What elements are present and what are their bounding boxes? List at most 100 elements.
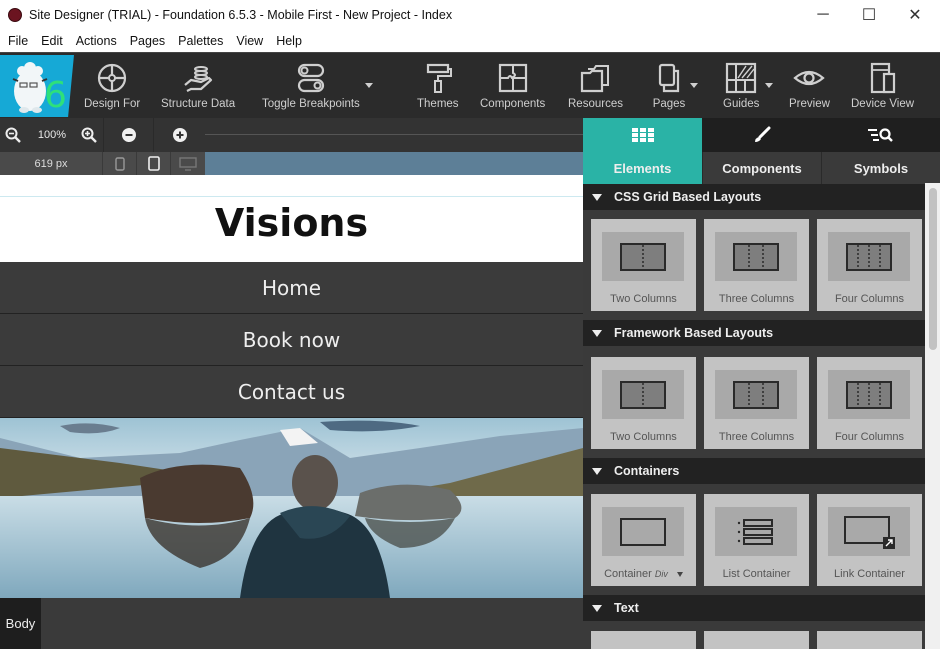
tile-label: Two Columns — [610, 293, 677, 305]
list-search-icon — [867, 128, 893, 142]
structure-data-button[interactable]: Structure Data — [161, 61, 235, 110]
pages-label: Pages — [652, 98, 686, 110]
tile-label: Two Columns — [610, 431, 677, 443]
menu-file[interactable]: File — [8, 34, 28, 48]
resources-label: Resources — [568, 98, 623, 110]
design-for-label: Design For — [84, 98, 141, 110]
toggle-breakpoints-button[interactable]: Toggle Breakpoints — [262, 61, 360, 110]
container-icon — [620, 517, 666, 546]
nav-item-home[interactable]: Home — [0, 262, 583, 314]
preview-label: Preview — [789, 98, 830, 110]
tile-css-grid-three-columns[interactable]: Three Columns — [704, 219, 809, 311]
tile-framework-two-columns[interactable]: Two Columns — [591, 357, 696, 449]
pages-dropdown-icon[interactable] — [690, 83, 698, 88]
tile-label: List Container — [722, 568, 791, 580]
desktop-device-button[interactable] — [170, 152, 204, 175]
section-framework-layouts[interactable]: Framework Based Layouts — [583, 320, 925, 346]
zoom-in-button[interactable] — [78, 118, 100, 152]
window-title: Site Designer (TRIAL) - Foundation 6.5.3… — [29, 8, 453, 22]
tablet-device-button[interactable] — [136, 152, 170, 175]
increase-width-button[interactable] — [153, 118, 205, 152]
app-icon — [8, 8, 22, 22]
device-view-label: Device View — [851, 98, 915, 110]
devices-icon — [870, 62, 895, 94]
toggle-breakpoints-dropdown-icon[interactable] — [365, 83, 373, 88]
breakpoint-bar: 619 px — [0, 152, 583, 175]
section-css-grid-layouts[interactable]: CSS Grid Based Layouts — [583, 184, 925, 210]
nav-item-contact-us[interactable]: Contact us — [0, 366, 583, 418]
guides-dropdown-icon[interactable] — [765, 83, 773, 88]
menu-palettes[interactable]: Palettes — [178, 34, 223, 48]
hand-stack-icon — [184, 66, 213, 92]
breakpoint-range[interactable] — [205, 152, 583, 175]
tab-elements[interactable]: Elements — [583, 118, 702, 184]
phone-device-button[interactable] — [102, 152, 136, 175]
menu-edit[interactable]: Edit — [41, 34, 63, 48]
main-toolbar: 6 Design For Structure Data Toggle Break… — [0, 52, 940, 118]
container-subtype: Div — [654, 569, 668, 579]
section-containers[interactable]: Containers — [583, 458, 925, 484]
menu-pages[interactable]: Pages — [130, 34, 165, 48]
maximize-button[interactable]: ☐ — [846, 0, 892, 30]
tile-label: Four Columns — [834, 431, 905, 443]
tile-text-2[interactable] — [704, 631, 809, 649]
site-title[interactable]: Visions — [0, 201, 583, 245]
landscape-photo — [0, 418, 583, 598]
tab-symbols-label: Symbols — [821, 152, 940, 184]
brush-icon — [754, 126, 770, 142]
preview-button[interactable]: Preview — [789, 61, 830, 110]
collapse-triangle-icon — [592, 329, 602, 337]
paint-roller-icon — [426, 63, 452, 93]
tile-text-3[interactable] — [817, 631, 922, 649]
tab-symbols[interactable]: Symbols — [821, 118, 940, 184]
tile-container[interactable]: Container Div — [591, 494, 696, 586]
panel-scrollbar-thumb[interactable] — [929, 188, 937, 350]
menu-actions[interactable]: Actions — [76, 34, 117, 48]
two-columns-icon — [620, 380, 666, 409]
crosshair-icon — [98, 63, 127, 93]
tile-label: Four Columns — [834, 293, 905, 305]
container-type-dropdown-icon[interactable] — [676, 571, 683, 577]
nav-item-book-now[interactable]: Book now — [0, 314, 583, 366]
minimize-button[interactable]: ─ — [800, 0, 846, 30]
close-button[interactable]: ✕ — [892, 0, 938, 30]
tile-link-container[interactable]: Link Container — [817, 494, 922, 586]
pages-button[interactable]: Pages — [652, 61, 686, 110]
plus-circle-icon — [172, 128, 187, 142]
decrease-width-button[interactable] — [103, 118, 153, 152]
components-button[interactable]: Components — [480, 61, 545, 110]
menu-help[interactable]: Help — [276, 34, 302, 48]
tile-text-1[interactable] — [591, 631, 696, 649]
components-label: Components — [480, 98, 546, 110]
menu-bar: File Edit Actions Pages Palettes View He… — [0, 30, 940, 52]
toggle-breakpoints-label: Toggle Breakpoints — [262, 98, 360, 110]
guides-button[interactable]: Guides — [723, 61, 759, 110]
tile-label: Link Container — [834, 568, 905, 580]
menu-view[interactable]: View — [236, 34, 263, 48]
toggle-icon — [297, 63, 325, 93]
themes-label: Themes — [417, 98, 459, 110]
hero-image[interactable] — [0, 418, 583, 598]
tile-framework-four-columns[interactable]: Four Columns — [817, 357, 922, 449]
structure-data-label: Structure Data — [161, 98, 236, 110]
body-breadcrumb[interactable]: Body — [0, 598, 41, 649]
tile-css-grid-two-columns[interactable]: Two Columns — [591, 219, 696, 311]
three-columns-icon — [733, 380, 779, 409]
collapse-triangle-icon — [592, 193, 602, 201]
width-readout: 619 px — [34, 157, 68, 170]
tile-list-container[interactable]: List Container — [704, 494, 809, 586]
design-for-button[interactable]: Design For — [84, 61, 140, 110]
design-canvas[interactable]: Visions Home Book now Contact us — [0, 175, 583, 598]
device-view-button[interactable]: Device View — [851, 61, 914, 110]
title-bar: Site Designer (TRIAL) - Foundation 6.5.3… — [0, 0, 940, 30]
guides-grid-icon — [726, 62, 757, 94]
zoom-out-button[interactable] — [2, 118, 24, 152]
tile-label: Three Columns — [718, 293, 795, 305]
tile-framework-three-columns[interactable]: Three Columns — [704, 357, 809, 449]
themes-button[interactable]: Themes — [417, 61, 459, 110]
tile-css-grid-four-columns[interactable]: Four Columns — [817, 219, 922, 311]
section-title: Text — [614, 601, 639, 615]
section-text[interactable]: Text — [583, 595, 925, 621]
tab-components[interactable]: Components — [702, 118, 821, 184]
resources-button[interactable]: Resources — [568, 61, 623, 110]
